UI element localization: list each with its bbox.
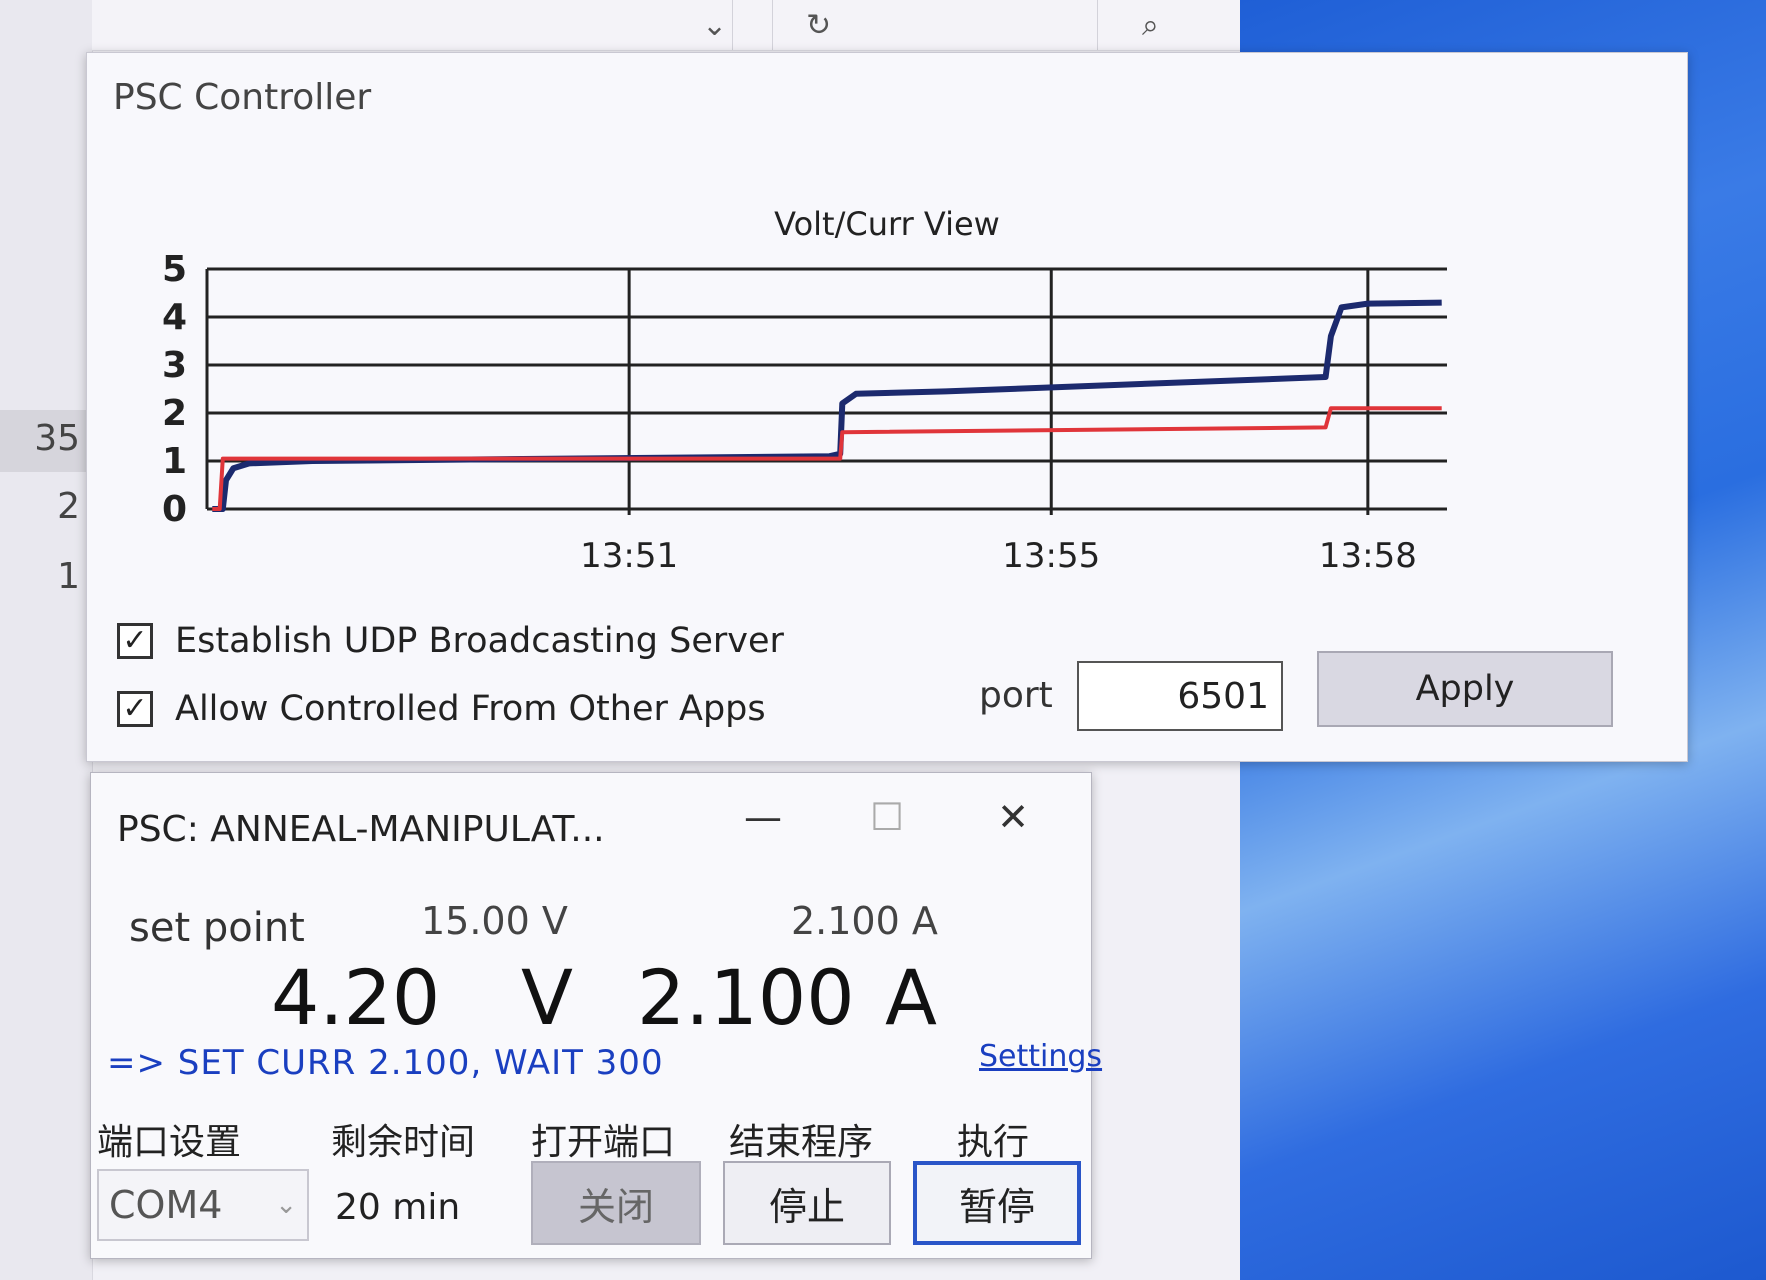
remaining-time-value: 20 min — [335, 1187, 461, 1228]
background-toolbar: ⌄ ↻ ⌕ — [92, 0, 1240, 51]
row-number: 2 — [57, 486, 80, 527]
set-point-current: 2.100 A — [791, 899, 938, 943]
udp-broadcast-checkbox[interactable]: ✓ — [117, 623, 153, 659]
port-settings-label: 端口设置 — [97, 1122, 242, 1163]
maximize-button[interactable]: ☐ — [857, 795, 917, 839]
settings-link[interactable]: Settings — [979, 1039, 1102, 1074]
row-number-gutter — [0, 0, 93, 1280]
remaining-time-label: 剩余时间 — [331, 1122, 476, 1163]
psc-controller-window: PSC Controller Volt/Curr View 0 1 2 3 4 5 13:… — [86, 52, 1688, 762]
row-number: 35 — [34, 418, 80, 459]
y-tick-label: 0 — [162, 489, 187, 530]
x-tick-label: 13:51 — [580, 536, 678, 576]
stop-button[interactable]: 停止 — [723, 1161, 891, 1245]
volt-curr-chart: Volt/Curr View 0 1 2 3 4 5 13:51 13:55 13:58 — [162, 205, 1447, 576]
current-unit: A — [885, 953, 937, 1042]
voltage-unit: V — [521, 953, 573, 1042]
close-window-button[interactable]: ✕ — [983, 795, 1043, 839]
allow-control-checkbox[interactable]: ✓ — [117, 691, 153, 727]
command-status-text: => SET CURR 2.100, WAIT 300 — [107, 1043, 664, 1083]
chevron-down-icon[interactable]: ⌄ — [702, 8, 727, 43]
com-port-select[interactable]: COM4 ⌄ — [97, 1169, 309, 1241]
y-tick-label: 4 — [162, 297, 187, 338]
y-tick-label: 1 — [162, 441, 187, 482]
minimize-button[interactable]: — — [733, 795, 793, 839]
current-reading: 2.100 — [637, 953, 855, 1042]
x-tick-label: 13:55 — [1002, 536, 1100, 576]
window-title: PSC Controller — [113, 77, 372, 118]
allow-control-label: Allow Controlled From Other Apps — [175, 689, 766, 729]
chevron-down-icon: ⌄ — [275, 1190, 297, 1220]
x-tick-label: 13:58 — [1319, 536, 1417, 576]
chart-title: Volt/Curr View — [774, 205, 1000, 243]
y-tick-label: 3 — [162, 345, 187, 386]
pause-button[interactable]: 暂停 — [913, 1161, 1081, 1245]
row-number: 1 — [57, 556, 80, 597]
search-icon[interactable]: ⌕ — [1142, 8, 1159, 43]
series-line-red — [212, 406, 1442, 511]
udp-broadcast-row[interactable]: ✓ Establish UDP Broadcasting Server — [117, 621, 784, 661]
psc-anneal-window: PSC: ANNEAL-MANIPULAT... — ☐ ✕ set point… — [90, 772, 1102, 1259]
set-point-label: set point — [129, 905, 305, 951]
execute-label: 执行 — [957, 1122, 1030, 1163]
y-tick-label: 2 — [162, 393, 187, 434]
udp-broadcast-label: Establish UDP Broadcasting Server — [175, 621, 784, 661]
allow-control-row[interactable]: ✓ Allow Controlled From Other Apps — [117, 689, 766, 729]
series-line-dark-blue — [212, 299, 1442, 512]
end-program-label: 结束程序 — [729, 1122, 874, 1163]
voltage-reading: 4.20 — [271, 953, 441, 1042]
port-input[interactable] — [1077, 661, 1283, 731]
port-label: port — [979, 675, 1053, 716]
refresh-icon[interactable]: ↻ — [806, 8, 831, 43]
open-port-label: 打开端口 — [531, 1122, 676, 1163]
window-title: PSC: ANNEAL-MANIPULAT... — [117, 809, 605, 850]
close-port-button[interactable]: 关闭 — [531, 1161, 701, 1245]
set-point-voltage: 15.00 V — [421, 899, 568, 943]
apply-button[interactable]: Apply — [1317, 651, 1613, 727]
com-port-value: COM4 — [109, 1183, 223, 1227]
y-tick-label: 5 — [162, 249, 187, 290]
